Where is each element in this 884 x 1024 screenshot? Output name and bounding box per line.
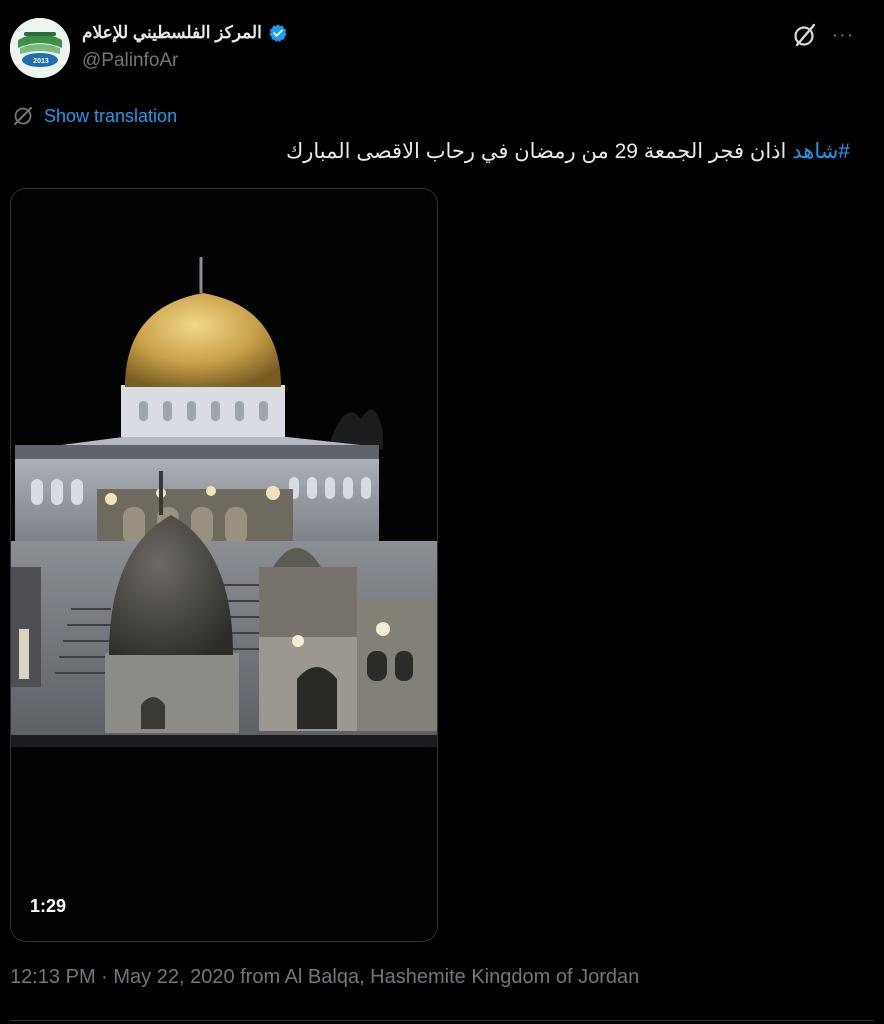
author-name-row[interactable]: المركز الفلسطيني للإعلام — [82, 20, 288, 46]
avatar[interactable]: 2013 — [10, 18, 70, 78]
tweet-text: #شاهد اذان فجر الجمعة 29 من رمضان في رحا… — [286, 136, 850, 168]
divider — [10, 1020, 874, 1021]
tweet-body: اذان فجر الجمعة 29 من رمضان في رحاب الاق… — [285, 140, 787, 163]
tweet-timestamp-location[interactable]: 12:13 PM · May 22, 2020 from Al Balqa, H… — [10, 966, 639, 989]
more-options-icon[interactable]: ··· — [830, 22, 856, 48]
avatar-logo-text: 2013 — [33, 58, 49, 65]
palinfo-logo-icon: 2013 — [10, 18, 70, 78]
translate-icon — [14, 107, 32, 125]
show-translation-button[interactable]: Show translation — [12, 104, 177, 128]
dome-of-the-rock-video-thumbnail — [11, 189, 437, 941]
video-duration-badge: 1:29 — [30, 896, 67, 916]
author-display-name[interactable]: المركز الفلسطيني للإعلام — [82, 23, 262, 43]
video-player[interactable] — [10, 188, 438, 942]
verified-badge-icon — [269, 24, 287, 42]
tweet-header: 2013 المركز الفلسطيني للإعلام @PalinfoAr… — [10, 14, 874, 78]
grok-icon[interactable] — [792, 22, 818, 48]
author-handle[interactable]: @PalinfoAr — [82, 50, 178, 72]
show-translation-label[interactable]: Show translation — [44, 106, 177, 127]
hashtag-link[interactable]: #شاهد — [792, 140, 850, 163]
